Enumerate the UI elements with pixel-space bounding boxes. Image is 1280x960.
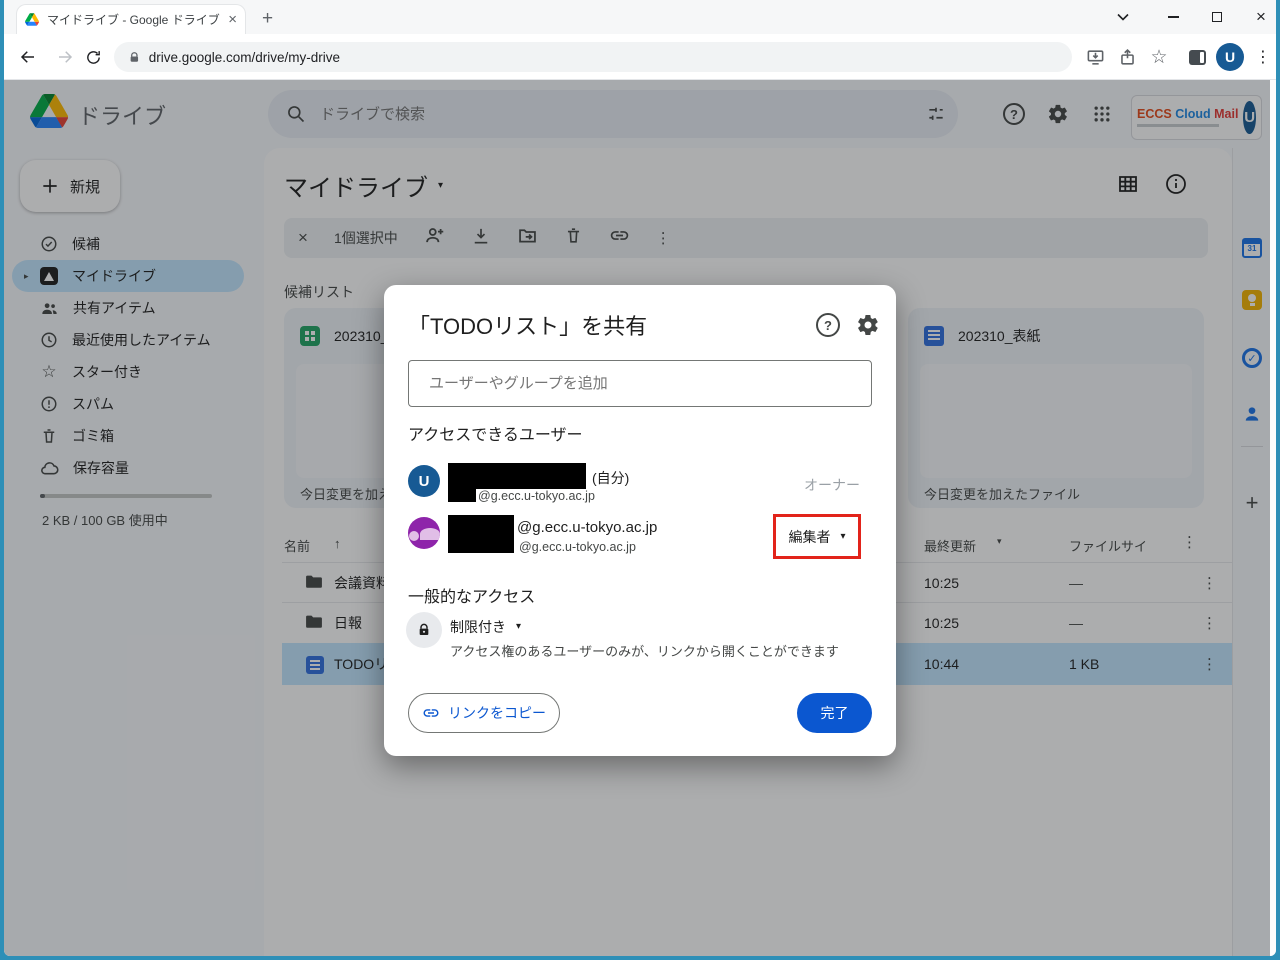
- copy-link-label: リンクをコピー: [448, 703, 546, 723]
- browser-toolbar: ☆ U ⋮: [4, 34, 1276, 80]
- people-with-access-header: アクセスできるユーザー: [408, 421, 583, 445]
- done-button[interactable]: 完了: [797, 693, 872, 733]
- redacted-editor-name: [448, 515, 514, 553]
- forward-icon[interactable]: [54, 46, 76, 68]
- side-panel-icon[interactable]: [1186, 46, 1208, 68]
- chevron-down-icon[interactable]: ▾: [516, 621, 521, 632]
- restricted-lock-icon: [406, 612, 442, 648]
- general-access-header: 一般的なアクセス: [408, 583, 535, 607]
- general-access-description: アクセス権のあるユーザーのみが、リンクから開くことができます: [450, 641, 839, 660]
- browser-tab[interactable]: マイドライブ - Google ドライブ ×: [16, 4, 246, 34]
- add-people-input[interactable]: [408, 360, 872, 407]
- owner-self-suffix: (自分): [592, 468, 629, 488]
- new-tab-button[interactable]: +: [262, 8, 273, 30]
- window-frame: マイドライブ - Google ドライブ × + × ☆ U ⋮ ドライブ: [0, 0, 1280, 960]
- copy-link-button[interactable]: リンクをコピー: [408, 693, 560, 733]
- url-input[interactable]: [149, 50, 1058, 65]
- editor-avatar: [408, 517, 440, 549]
- tab-close-icon[interactable]: ×: [228, 12, 237, 27]
- drive-page: ドライブ ? ECCS Cloud Mail U: [4, 80, 1276, 956]
- link-icon: [422, 704, 440, 722]
- reload-icon[interactable]: [82, 46, 104, 68]
- share-icon[interactable]: [1116, 46, 1138, 68]
- browser-menu-icon[interactable]: ⋮: [1252, 46, 1274, 68]
- window-maximize-button[interactable]: [1204, 6, 1230, 28]
- share-dialog: 「TODOリスト」を共有 ? アクセスできるユーザー U (自分) @g.ecc…: [384, 285, 896, 756]
- window-close-button[interactable]: ×: [1248, 6, 1274, 28]
- scrollbar-track[interactable]: [1270, 80, 1276, 956]
- back-icon[interactable]: [17, 46, 39, 68]
- editor-role-label: 編集者: [788, 527, 830, 547]
- redacted-owner-email-prefix: [448, 489, 476, 502]
- bookmark-star-icon[interactable]: ☆: [1148, 46, 1170, 68]
- owner-role-label: オーナー: [804, 475, 860, 495]
- window-minimize-button[interactable]: [1160, 6, 1186, 28]
- address-bar[interactable]: [114, 42, 1072, 72]
- redacted-owner-name: [448, 463, 586, 489]
- browser-profile-avatar[interactable]: U: [1216, 43, 1244, 71]
- dialog-settings-gear-icon[interactable]: [856, 313, 880, 342]
- editor-role-dropdown-highlighted[interactable]: 編集者 ▾: [773, 514, 861, 559]
- dialog-help-icon[interactable]: ?: [816, 313, 840, 337]
- editor-name-email: @g.ecc.u-tokyo.ac.jp: [517, 519, 657, 536]
- https-lock-icon: [128, 51, 141, 64]
- browser-window: マイドライブ - Google ドライブ × + × ☆ U ⋮ ドライブ: [4, 0, 1276, 956]
- editor-email: @g.ecc.u-tokyo.ac.jp: [519, 540, 636, 554]
- general-access-dropdown[interactable]: 制限付き: [450, 617, 506, 637]
- tab-title: マイドライブ - Google ドライブ: [47, 11, 220, 28]
- install-icon[interactable]: [1084, 46, 1106, 68]
- window-chevron-icon[interactable]: [1110, 6, 1136, 28]
- titlebar: マイドライブ - Google ドライブ × + ×: [4, 0, 1276, 34]
- owner-avatar: U: [408, 465, 440, 497]
- dialog-title: 「TODOリスト」を共有: [408, 309, 647, 341]
- owner-email: @g.ecc.u-tokyo.ac.jp: [478, 489, 595, 503]
- chevron-down-icon: ▾: [840, 531, 845, 542]
- drive-favicon: [25, 13, 39, 26]
